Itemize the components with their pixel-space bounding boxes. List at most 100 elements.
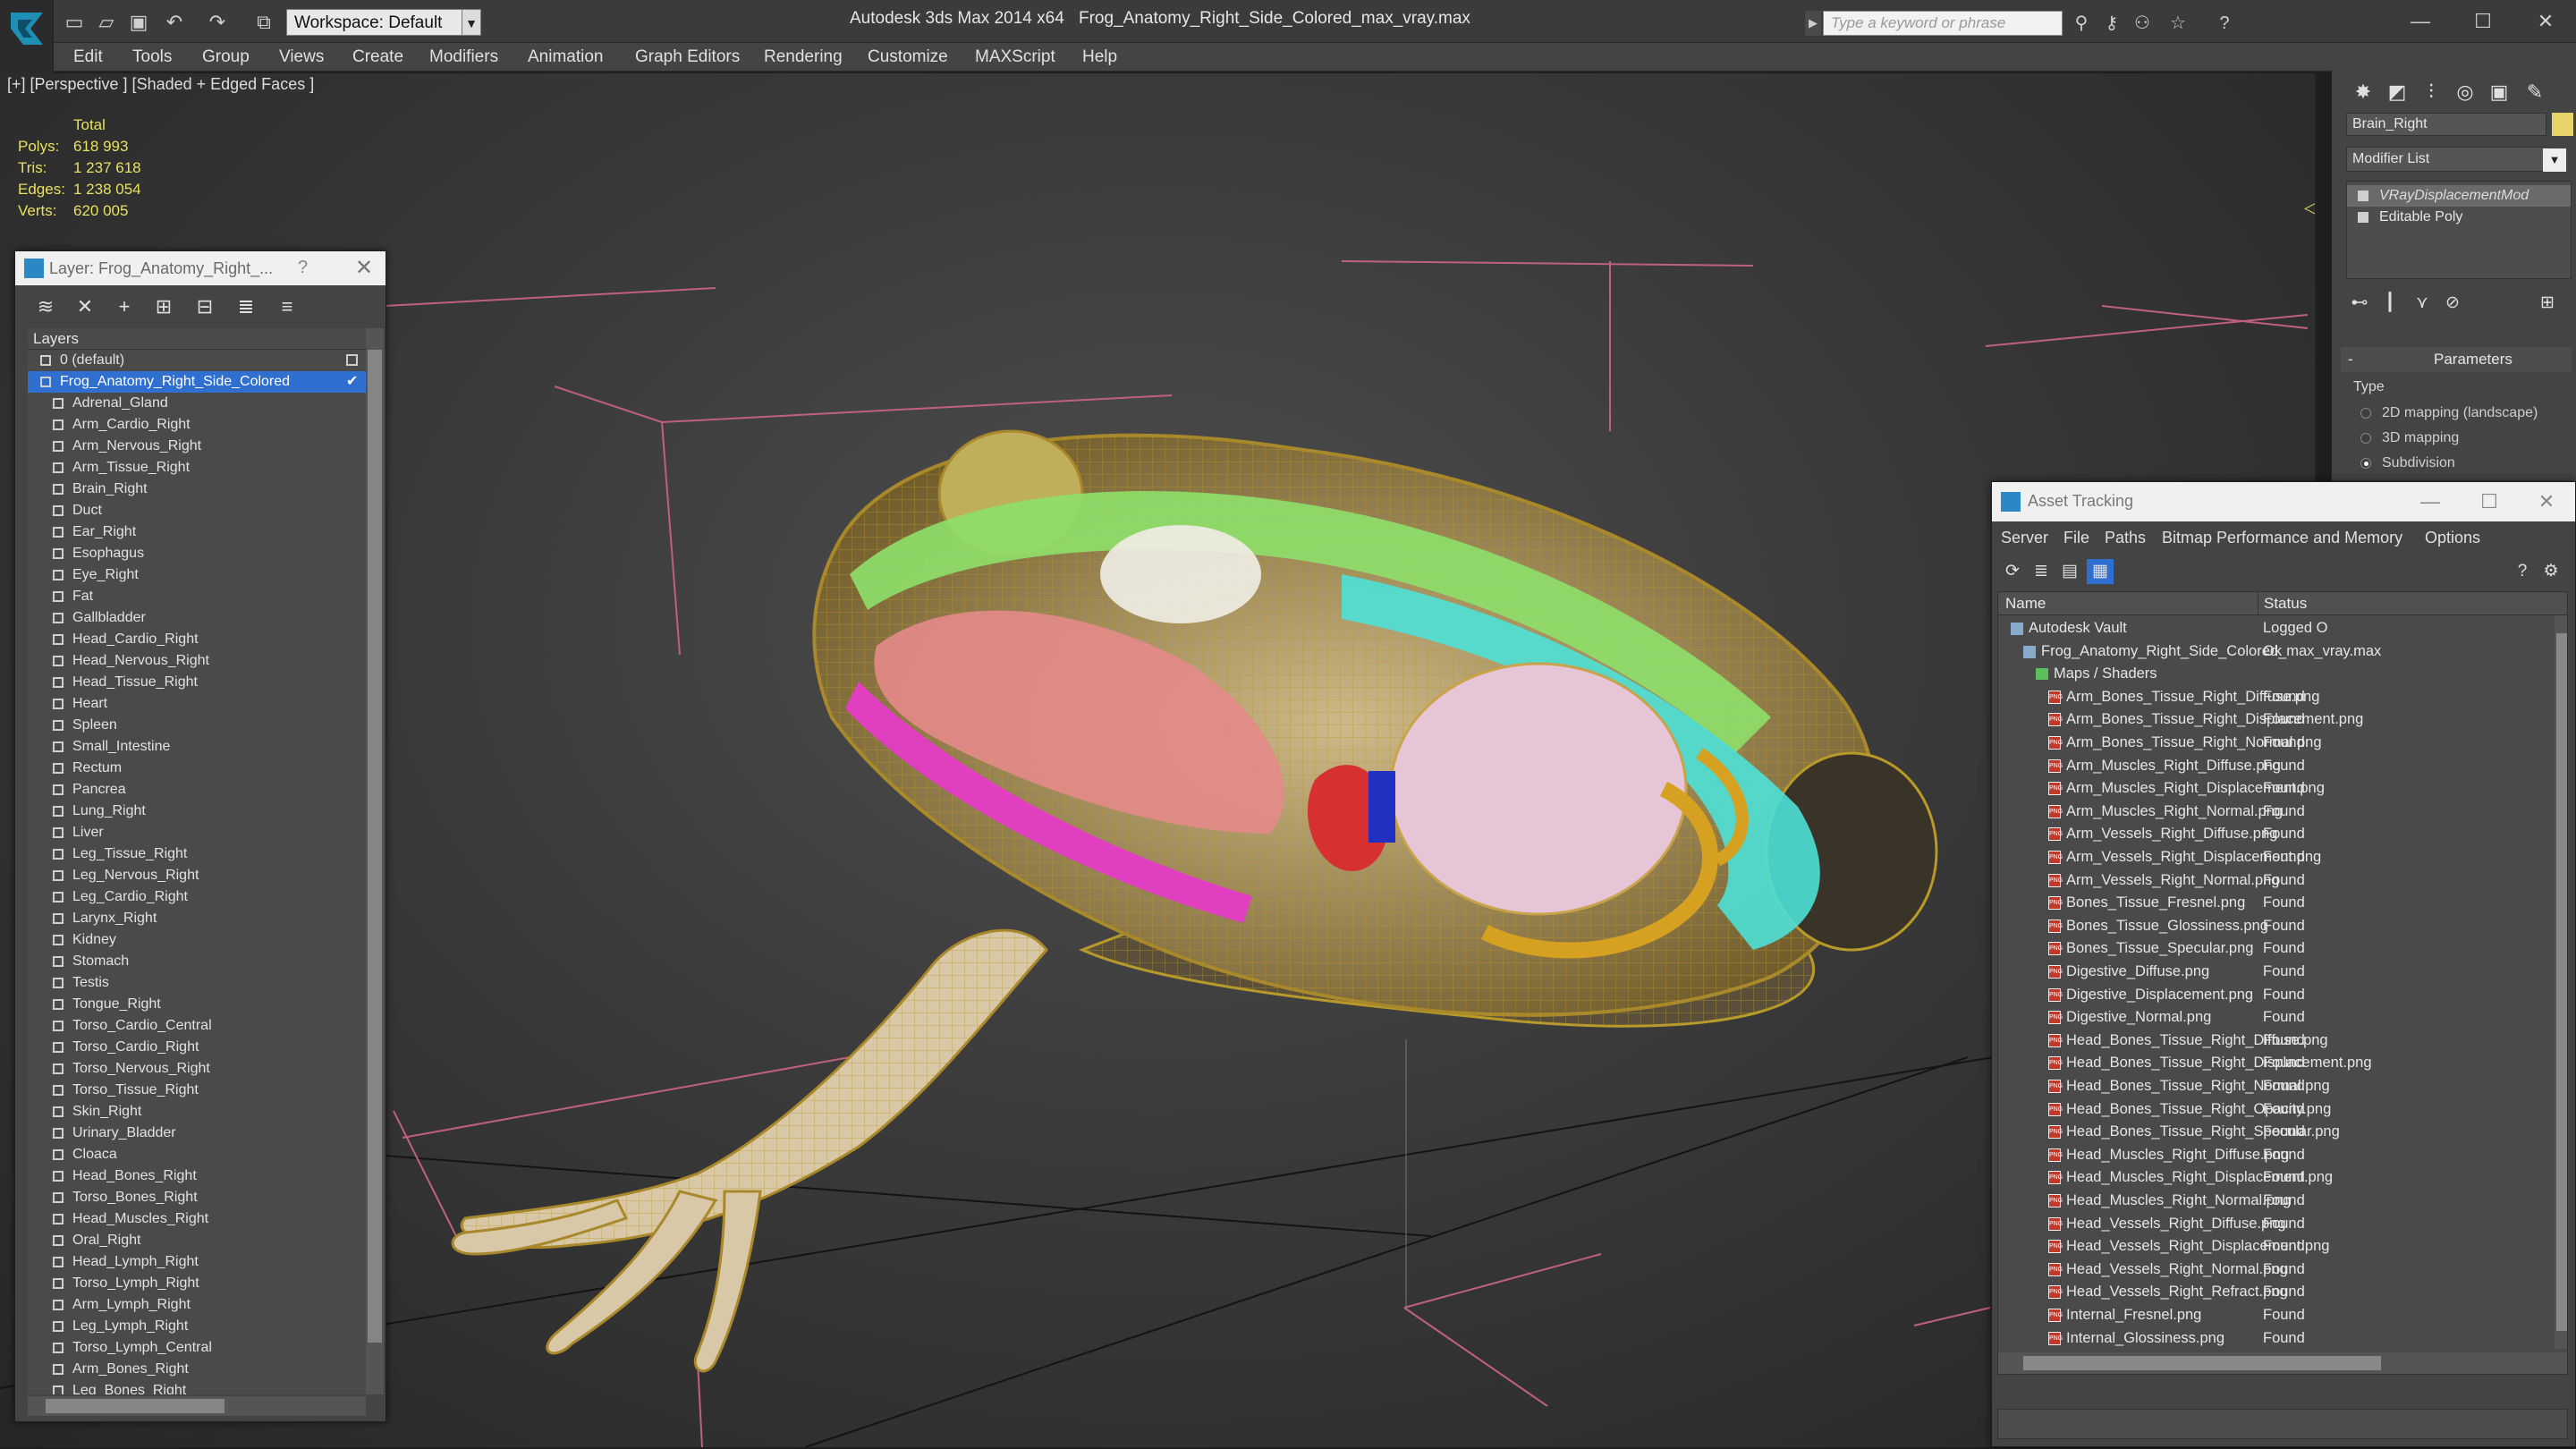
undo-icon[interactable]: ↶	[161, 9, 188, 36]
menu-bitmap-performance[interactable]: Bitmap Performance and Memory	[2162, 529, 2402, 547]
object-color-swatch[interactable]	[2552, 113, 2573, 136]
menu-modifiers[interactable]: Modifiers	[429, 43, 498, 72]
table-view-icon[interactable]: ▦	[2087, 559, 2114, 584]
checkmark-icon[interactable]: ✔	[346, 371, 358, 393]
radio-2d-mapping[interactable]: 2D mapping (landscape)	[2359, 402, 2538, 424]
modifier-list-arrow[interactable]: ▼	[2543, 148, 2566, 172]
radio-button[interactable]	[2360, 458, 2371, 469]
asset-row-map[interactable]: PNG Bones_Tissue_Specular.png Found	[1998, 937, 2567, 961]
hierarchy-tab-icon[interactable]: ⫶	[2416, 77, 2446, 107]
layer-row-active[interactable]: Frog_Anatomy_Right_Side_Colored ✔	[28, 371, 366, 393]
select-objects-icon[interactable]: ⊞	[149, 292, 178, 321]
redo-icon[interactable]: ↷	[204, 9, 231, 36]
layer-object-row[interactable]: Head_Cardio_Right	[28, 629, 366, 650]
layer-object-row[interactable]: Adrenal_Gland	[28, 393, 366, 414]
asset-row-map[interactable]: PNG Bones_Tissue_Glossiness.png Found	[1998, 915, 2567, 938]
maximize-icon[interactable]: ☐	[2456, 4, 2510, 39]
layer-object-row[interactable]: Ear_Right	[28, 521, 366, 543]
current-layer-checkbox[interactable]	[346, 354, 358, 366]
layers-column-header[interactable]: Layers	[28, 328, 366, 350]
remove-modifier-icon[interactable]: ⊘	[2439, 292, 2466, 315]
utilities-tab-icon[interactable]: ✎	[2520, 77, 2550, 107]
menu-server[interactable]: Server	[2001, 529, 2048, 547]
layer-object-row[interactable]: Tongue_Right	[28, 994, 366, 1015]
configure-sets-icon[interactable]: ⊞	[2534, 292, 2561, 315]
layer-object-row[interactable]: Urinary_Bladder	[28, 1123, 366, 1144]
asset-row-map[interactable]: PNG Arm_Vessels_Right_Diffuse.png Found	[1998, 823, 2567, 846]
asset-row-map[interactable]: PNG Head_Vessels_Right_Displacement.png Fo…	[1998, 1235, 2567, 1258]
viewport-label[interactable]: [+] [Perspective ] [Shaded + Edged Faces…	[7, 75, 314, 94]
asset-row-map[interactable]: PNG Arm_Vessels_Right_Displacement.png Fou…	[1998, 846, 2567, 869]
thumbnail-view-icon[interactable]: ▤	[2056, 559, 2083, 584]
layer-object-row[interactable]: Duct	[28, 500, 366, 521]
layer-object-row[interactable]: Liver	[28, 822, 366, 843]
minimize-icon[interactable]: —	[2394, 4, 2447, 39]
layer-object-row[interactable]: Eye_Right	[28, 564, 366, 586]
asset-row-map[interactable]: PNG Arm_Bones_Tissue_Right_Diffuse.png Fou…	[1998, 686, 2567, 709]
close-icon[interactable]: ✕	[355, 255, 373, 281]
asset-row-map[interactable]: PNG Head_Bones_Tissue_Right_Specular.png F…	[1998, 1121, 2567, 1144]
asset-row-map[interactable]: PNG Digestive_Displacement.png Found	[1998, 984, 2567, 1007]
close-icon[interactable]: ✕	[2519, 4, 2572, 39]
help-button[interactable]: ?	[298, 258, 308, 278]
search-input[interactable]: Type a keyword or phrase	[1823, 11, 2063, 36]
layer-object-row[interactable]: Esophagus	[28, 543, 366, 564]
parameters-rollout-header[interactable]: - Parameters	[2341, 347, 2572, 372]
menu-group[interactable]: Group	[202, 43, 250, 72]
menu-maxscript[interactable]: MAXScript	[975, 43, 1055, 72]
asset-row-vault[interactable]: Autodesk Vault Logged O	[1998, 617, 2567, 640]
menu-file[interactable]: File	[2063, 529, 2089, 547]
layer-object-row[interactable]: Larynx_Right	[28, 908, 366, 929]
modifier-list-select[interactable]: Modifier List	[2346, 147, 2550, 172]
asset-row-map[interactable]: PNG Digestive_Diffuse.png Found	[1998, 961, 2567, 984]
menu-help[interactable]: Help	[1082, 43, 1117, 72]
asset-row-map[interactable]: PNG Arm_Vessels_Right_Normal.png Found	[1998, 869, 2567, 893]
layer-object-row[interactable]: Head_Tissue_Right	[28, 672, 366, 693]
asset-row-map[interactable]: PNG Head_Bones_Tissue_Right_Normal.png Fou…	[1998, 1075, 2567, 1098]
freeze-all-icon[interactable]: ≡	[273, 292, 301, 321]
layer-object-row[interactable]: Heart	[28, 693, 366, 715]
layer-object-row[interactable]: Small_Intestine	[28, 736, 366, 758]
column-header-status[interactable]: Status	[2258, 592, 2365, 615]
layer-object-row[interactable]: Testis	[28, 972, 366, 994]
collapse-icon[interactable]: -	[2348, 347, 2353, 372]
menu-options[interactable]: Options	[2425, 529, 2480, 547]
asset-row-map[interactable]: PNG Internal_Glossiness.png Found	[1998, 1327, 2567, 1351]
modify-tab-icon[interactable]: ◩	[2382, 77, 2412, 107]
maximize-icon[interactable]: ☐	[2462, 487, 2516, 516]
layer-object-row[interactable]: Leg_Cardio_Right	[28, 886, 366, 908]
asset-row-maps-group[interactable]: Maps / Shaders	[1998, 663, 2567, 686]
asset-vertical-scrollbar[interactable]	[2555, 615, 2567, 1349]
workspace-dropdown-arrow[interactable]: ▼	[462, 9, 481, 36]
asset-window-titlebar[interactable]: Asset Tracking — ☐ ✕	[1992, 482, 2575, 521]
layer-object-row[interactable]: Arm_Nervous_Right	[28, 436, 366, 457]
subscription-icon[interactable]: ⚷	[2098, 11, 2125, 36]
menu-customize[interactable]: Customize	[868, 43, 948, 72]
layer-object-row[interactable]: Leg_Nervous_Right	[28, 865, 366, 886]
asset-row-map[interactable]: PNG Internal_Fresnel.png Found	[1998, 1304, 2567, 1327]
hide-all-icon[interactable]: ≣	[232, 292, 260, 321]
layer-object-row[interactable]: Arm_Tissue_Right	[28, 457, 366, 479]
menu-graph-editors[interactable]: Graph Editors	[635, 43, 740, 72]
layer-object-row[interactable]: Torso_Tissue_Right	[28, 1080, 366, 1101]
refresh-icon[interactable]: ⟳	[1999, 559, 2026, 584]
save-file-icon[interactable]: ▣	[125, 9, 152, 36]
lightbulb-icon[interactable]	[2358, 191, 2368, 201]
asset-row-map[interactable]: PNG Arm_Muscles_Right_Displacement.png Fou…	[1998, 777, 2567, 801]
workspace-select[interactable]: Workspace: Default	[286, 9, 481, 36]
asset-row-map[interactable]: PNG Bones_Tissue_Fresnel.png Found	[1998, 892, 2567, 915]
layer-object-row[interactable]: Fat	[28, 586, 366, 607]
delete-layer-icon[interactable]: ✕	[71, 292, 99, 321]
menu-paths[interactable]: Paths	[2105, 529, 2146, 547]
highlight-layer-icon[interactable]: ⊟	[191, 292, 219, 321]
search-expand-icon[interactable]: ▶	[1805, 11, 1821, 36]
list-view-icon[interactable]: ≣	[2028, 559, 2055, 584]
layer-object-row[interactable]: Leg_Tissue_Right	[28, 843, 366, 865]
asset-row-map[interactable]: PNG Arm_Bones_Tissue_Right_Displacement.p…	[1998, 708, 2567, 732]
layer-object-row[interactable]: Arm_Lymph_Right	[28, 1294, 366, 1316]
radio-3d-mapping[interactable]: 3D mapping	[2359, 428, 2459, 449]
panel-collapse-icon[interactable]: ◁	[2304, 199, 2315, 217]
layer-object-row[interactable]: Arm_Bones_Right	[28, 1359, 366, 1380]
layer-object-row[interactable]: Head_Nervous_Right	[28, 650, 366, 672]
menu-create[interactable]: Create	[352, 43, 403, 72]
